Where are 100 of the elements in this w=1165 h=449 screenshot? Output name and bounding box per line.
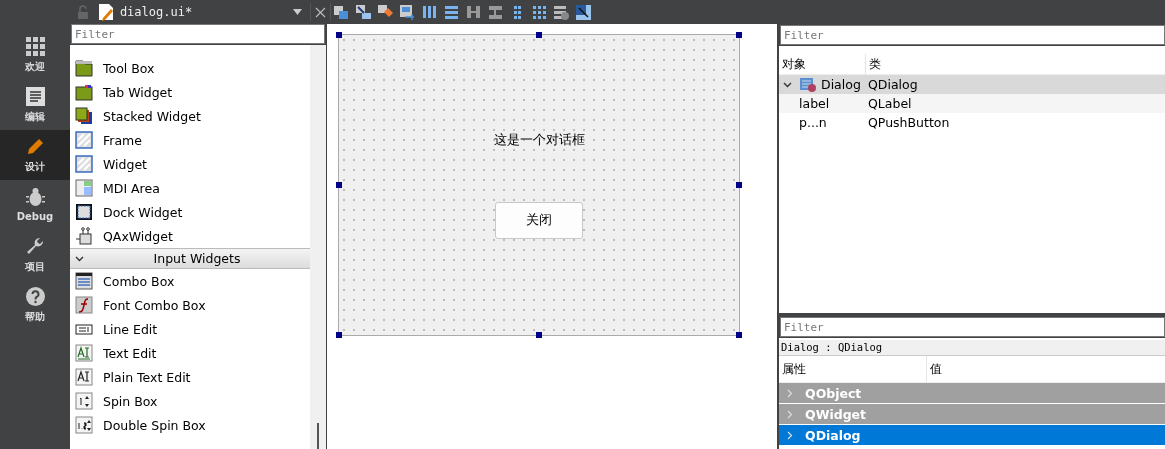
- arrow-layout-icon: [355, 3, 372, 21]
- column-header[interactable]: 类: [866, 54, 1165, 74]
- resize-handle[interactable]: [536, 32, 542, 38]
- plug-icon: [75, 227, 93, 245]
- window-grid-icon: [75, 179, 93, 197]
- filter-field[interactable]: Filter: [71, 24, 325, 44]
- folder-icon: [75, 83, 93, 101]
- widget-list-item[interactable]: Double Spin Box: [70, 413, 310, 437]
- folder-icon: [75, 59, 93, 77]
- tab-order-icon: [399, 3, 416, 21]
- column-header[interactable]: 对象: [779, 54, 866, 74]
- tree-row[interactable]: p...n QPushButton: [779, 113, 1165, 132]
- widget-list-item[interactable]: Stacked Widget: [70, 104, 310, 128]
- tree-row[interactable]: Dialog QDialog: [779, 75, 1165, 94]
- resize-handle[interactable]: [336, 332, 342, 338]
- vertical-split-tool-button[interactable]: [487, 3, 504, 21]
- dialog-icon: [799, 76, 817, 93]
- resize-handle[interactable]: [336, 32, 342, 38]
- text-edit-icon: [75, 368, 93, 386]
- frame-icon: [75, 155, 93, 173]
- grid-icon: [25, 36, 45, 56]
- widget-list-item[interactable]: MDI Area: [70, 176, 310, 200]
- chevron-icon: [787, 409, 793, 419]
- column-header[interactable]: 属性: [779, 356, 927, 382]
- resize-handle[interactable]: [736, 182, 742, 188]
- arrow-layout-tool-button[interactable]: [355, 3, 372, 21]
- stacked-pages-icon: [75, 107, 93, 125]
- mode-button[interactable]: 项目: [0, 230, 70, 280]
- spin-box-icon: [75, 416, 93, 434]
- widget-list-item[interactable]: Tool Box: [70, 56, 310, 80]
- object-name: Dialog: [821, 77, 861, 92]
- tab-order-tool-button[interactable]: [399, 3, 416, 21]
- caret-icon: [293, 9, 302, 15]
- document-edit-icon: [97, 3, 114, 21]
- font-icon: [75, 296, 93, 314]
- columns-tool-button[interactable]: [421, 3, 438, 21]
- object-name: p...n: [799, 115, 827, 130]
- rows-icon: [443, 3, 460, 21]
- widget-list-item[interactable]: Font Combo Box: [70, 293, 310, 317]
- object-name: label: [799, 96, 830, 111]
- dialog-label: 这是一个对话框: [493, 132, 585, 149]
- text-edit-icon: [75, 344, 93, 362]
- adjust-size-tool-button[interactable]: [575, 3, 592, 21]
- dock-icon: [75, 203, 93, 221]
- widget-list-item[interactable]: Text Edit: [70, 341, 310, 365]
- scrollbar-thumb[interactable]: [317, 423, 319, 449]
- rows-tool-button[interactable]: [443, 3, 460, 21]
- file-name: dialog.ui*: [119, 5, 194, 19]
- grid-layout-icon: [531, 3, 548, 21]
- resize-handle[interactable]: [736, 332, 742, 338]
- wrench-icon: [25, 236, 45, 256]
- property-group[interactable]: QDialog: [779, 425, 1165, 445]
- widget-layout-tool-button[interactable]: [333, 3, 350, 21]
- resize-handle[interactable]: [736, 32, 742, 38]
- mode-button[interactable]: 帮助: [0, 280, 70, 330]
- scrollbar[interactable]: [310, 45, 326, 449]
- class-name: QLabel: [867, 96, 912, 111]
- spin-box-icon: [75, 392, 93, 410]
- widget-list-item[interactable]: Tab Widget: [70, 80, 310, 104]
- mode-button[interactable]: 欢迎: [0, 30, 70, 80]
- pencil-icon: [25, 136, 45, 156]
- dialog-form[interactable]: 这是一个对话框 关闭: [338, 34, 740, 336]
- close-button[interactable]: [310, 3, 331, 21]
- widget-list-item[interactable]: Spin Box: [70, 389, 310, 413]
- class-name: QPushButton: [867, 115, 950, 130]
- mode-button[interactable]: Debug: [0, 180, 70, 230]
- class-name: QDialog: [867, 77, 918, 92]
- document-icon: [25, 86, 45, 106]
- chevron-icon: [787, 430, 793, 440]
- resize-handle[interactable]: [536, 332, 542, 338]
- break-layout-tool-button[interactable]: [553, 3, 570, 21]
- filter-field[interactable]: Filter: [780, 25, 1165, 45]
- widget-list-item[interactable]: Frame: [70, 128, 310, 152]
- horizontal-split-tool-button[interactable]: [465, 3, 482, 21]
- close-button[interactable]: 关闭: [495, 202, 583, 239]
- mode-button[interactable]: 编辑: [0, 80, 70, 130]
- widget-list-item[interactable]: Widget: [70, 152, 310, 176]
- widget-list-item[interactable]: Line Edit: [70, 317, 310, 341]
- adjust-size-icon: [575, 3, 592, 21]
- combo-box-icon: [75, 272, 93, 290]
- resize-handle[interactable]: [336, 182, 342, 188]
- column-header[interactable]: 值: [927, 356, 1165, 382]
- category-header[interactable]: Input Widgets: [70, 248, 310, 269]
- lock-icon: [76, 4, 90, 20]
- widget-list-item[interactable]: Plain Text Edit: [70, 365, 310, 389]
- frame-icon: [75, 131, 93, 149]
- break-layout-icon: [553, 3, 570, 21]
- widget-list-item[interactable]: QAxWidget: [70, 224, 310, 248]
- chevron-icon: [75, 255, 84, 262]
- vertical-split-icon: [487, 3, 504, 21]
- horizontal-split-icon: [465, 3, 482, 21]
- widget-list-item[interactable]: Combo Box: [70, 269, 310, 293]
- tree-row[interactable]: label QLabel: [779, 94, 1165, 113]
- widget-list-item[interactable]: Dock Widget: [70, 200, 310, 224]
- object-label: Dialog : QDialog: [779, 340, 1165, 356]
- file-dropdown[interactable]: dialog.ui*: [93, 1, 306, 23]
- columns-icon: [421, 3, 438, 21]
- mode-button[interactable]: 设计: [0, 130, 70, 180]
- filter-field[interactable]: Filter: [780, 317, 1165, 337]
- grid-layout-tool-button[interactable]: [531, 3, 548, 21]
